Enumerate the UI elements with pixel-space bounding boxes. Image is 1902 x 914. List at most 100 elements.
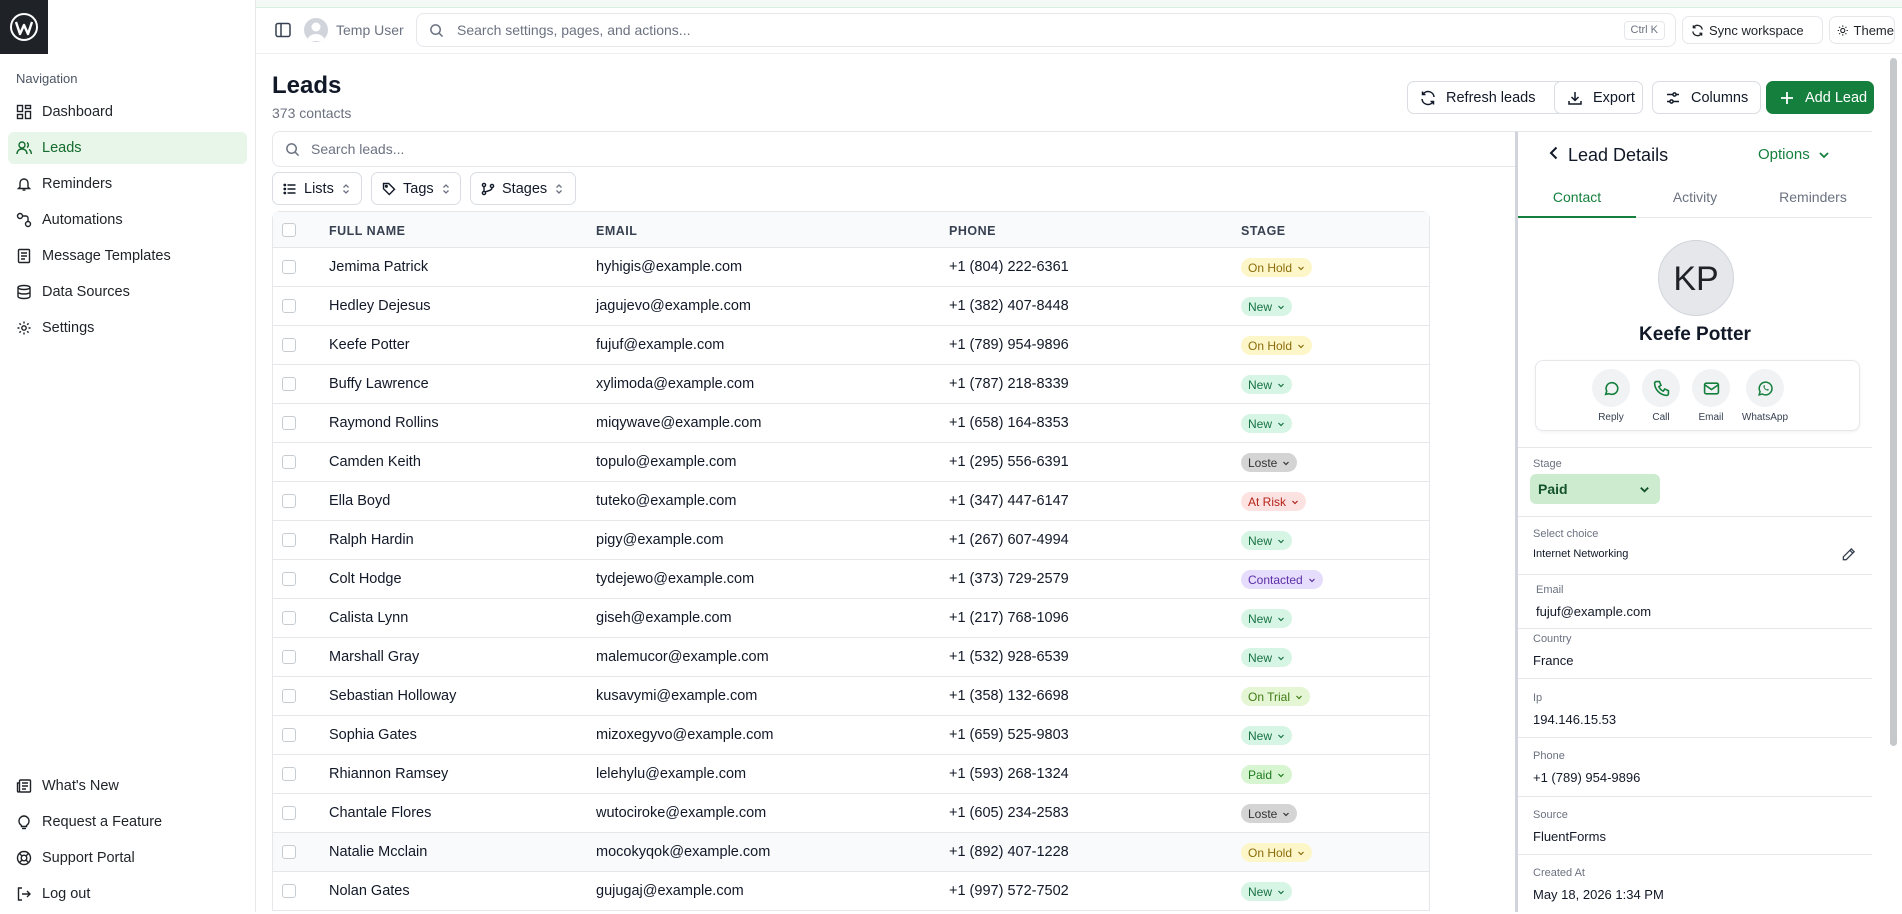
lead-name[interactable]: Sophia Gates (329, 727, 417, 743)
lead-name[interactable]: Colt Hodge (329, 571, 402, 587)
table-row[interactable]: Raymond Rollins miqywave@example.com +1 (6… (273, 404, 1429, 443)
column-header-phone[interactable]: PHONE (949, 224, 996, 238)
tab-reminders[interactable]: Reminders (1754, 178, 1872, 218)
table-row[interactable]: Keefe Potter fujuf@example.com +1 (789) 95… (273, 326, 1429, 365)
stage-badge[interactable]: New (1241, 297, 1293, 316)
call-action[interactable]: Call (1636, 369, 1686, 423)
stages-filter[interactable]: Stages (470, 172, 576, 205)
columns-button[interactable]: Columns (1652, 81, 1761, 114)
row-checkbox[interactable] (282, 299, 296, 313)
refresh-leads-button[interactable]: Refresh leads (1407, 81, 1569, 114)
row-checkbox[interactable] (282, 689, 296, 703)
lead-name[interactable]: Chantale Flores (329, 805, 431, 821)
pencil-icon[interactable] (1841, 547, 1856, 562)
sidebar-item-settings[interactable]: Settings (8, 312, 247, 344)
row-checkbox[interactable] (282, 767, 296, 781)
sidebar-item-dashboard[interactable]: Dashboard (8, 96, 247, 128)
row-checkbox[interactable] (282, 338, 296, 352)
stage-badge[interactable]: Contacted (1241, 570, 1323, 589)
row-checkbox[interactable] (282, 884, 296, 898)
tab-activity[interactable]: Activity (1636, 178, 1754, 218)
row-checkbox[interactable] (282, 416, 296, 430)
export-button[interactable]: Export (1554, 81, 1643, 114)
column-header-email[interactable]: EMAIL (596, 224, 637, 238)
table-row[interactable]: Natalie Mcclain mocokyqok@example.com +1 (… (273, 833, 1429, 872)
sidebar-item-request-feature[interactable]: Request a Feature (8, 806, 247, 838)
global-search[interactable]: Ctrl K (416, 13, 1676, 47)
page-scrollbar[interactable] (1890, 58, 1897, 746)
table-row[interactable]: Hedley Dejesus jagujevo@example.com +1 (38… (273, 287, 1429, 326)
row-checkbox[interactable] (282, 728, 296, 742)
lead-name[interactable]: Ella Boyd (329, 493, 390, 509)
stage-badge[interactable]: Loste (1241, 804, 1298, 823)
stage-badge[interactable]: New (1241, 609, 1293, 628)
stage-select[interactable]: Paid (1530, 474, 1660, 504)
avatar[interactable] (304, 18, 328, 42)
stage-badge[interactable]: New (1241, 414, 1293, 433)
user-name[interactable]: Temp User (336, 22, 404, 38)
row-checkbox[interactable] (282, 494, 296, 508)
stage-badge[interactable]: New (1241, 648, 1293, 667)
table-row[interactable]: Sophia Gates mizoxegyvo@example.com +1 (65… (273, 716, 1429, 755)
column-header-name[interactable]: FULL NAME (329, 224, 406, 238)
stage-badge[interactable]: Loste (1241, 453, 1298, 472)
lead-name[interactable]: Hedley Dejesus (329, 298, 431, 314)
table-row[interactable]: Nolan Gates gujugaj@example.com +1 (997) 5… (273, 872, 1429, 911)
lists-filter[interactable]: Lists (272, 172, 362, 205)
row-checkbox[interactable] (282, 845, 296, 859)
stage-badge[interactable]: New (1241, 726, 1293, 745)
row-checkbox[interactable] (282, 650, 296, 664)
stage-badge[interactable]: On Trial (1241, 687, 1311, 706)
lead-name[interactable]: Buffy Lawrence (329, 376, 429, 392)
email-action[interactable]: Email (1686, 369, 1736, 423)
sidebar-item-leads[interactable]: Leads (8, 132, 247, 164)
table-row[interactable]: Sebastian Holloway kusavymi@example.com +1… (273, 677, 1429, 716)
lead-name[interactable]: Calista Lynn (329, 610, 408, 626)
stage-badge[interactable]: On Hold (1241, 258, 1313, 277)
lead-name[interactable]: Rhiannon Ramsey (329, 766, 448, 782)
lead-name[interactable]: Ralph Hardin (329, 532, 414, 548)
lead-name[interactable]: Jemima Patrick (329, 259, 428, 275)
leads-search[interactable] (272, 131, 1517, 167)
options-dropdown[interactable]: Options (1758, 146, 1830, 163)
wordpress-logo-icon[interactable] (0, 0, 48, 54)
lead-name[interactable]: Nolan Gates (329, 883, 410, 899)
table-row[interactable]: Colt Hodge tydejewo@example.com +1 (373) 7… (273, 560, 1429, 599)
row-checkbox[interactable] (282, 260, 296, 274)
reply-action[interactable]: Reply (1586, 369, 1636, 423)
table-row[interactable]: Rhiannon Ramsey lelehylu@example.com +1 (5… (273, 755, 1429, 794)
add-lead-button[interactable]: Add Lead (1766, 81, 1874, 114)
sidebar-item-whats-new[interactable]: What's New (8, 770, 247, 802)
row-checkbox[interactable] (282, 533, 296, 547)
lead-name[interactable]: Sebastian Holloway (329, 688, 456, 704)
sidebar-toggle-icon[interactable] (274, 21, 292, 39)
table-row[interactable]: Marshall Gray malemucor@example.com +1 (53… (273, 638, 1429, 677)
table-row[interactable]: Ella Boyd tuteko@example.com +1 (347) 447-… (273, 482, 1429, 521)
sidebar-item-automations[interactable]: Automations (8, 204, 247, 236)
row-checkbox[interactable] (282, 806, 296, 820)
tags-filter[interactable]: Tags (371, 172, 461, 205)
stage-badge[interactable]: On Hold (1241, 843, 1313, 862)
lead-name[interactable]: Marshall Gray (329, 649, 419, 665)
select-all-checkbox[interactable] (282, 223, 296, 237)
table-row[interactable]: Buffy Lawrence xylimoda@example.com +1 (78… (273, 365, 1429, 404)
sidebar-item-data-sources[interactable]: Data Sources (8, 276, 247, 308)
whatsapp-action[interactable]: WhatsApp (1740, 369, 1790, 423)
row-checkbox[interactable] (282, 377, 296, 391)
stage-badge[interactable]: New (1241, 531, 1293, 550)
row-checkbox[interactable] (282, 611, 296, 625)
email-field-value[interactable]: fujuf@example.com (1536, 604, 1651, 619)
sidebar-item-log-out[interactable]: Log out (8, 878, 247, 910)
phone-field-value[interactable]: +1 (789) 954-9896 (1533, 770, 1640, 785)
table-row[interactable]: Chantale Flores wutociroke@example.com +1 … (273, 794, 1429, 833)
table-row[interactable]: Ralph Hardin pigy@example.com +1 (267) 607… (273, 521, 1429, 560)
table-row[interactable]: Jemima Patrick hyhigis@example.com +1 (804… (273, 248, 1429, 287)
table-row[interactable]: Calista Lynn giseh@example.com +1 (217) 76… (273, 599, 1429, 638)
sidebar-item-reminders[interactable]: Reminders (8, 168, 247, 200)
stage-badge[interactable]: On Hold (1241, 336, 1313, 355)
lead-name[interactable]: Keefe Potter (329, 337, 410, 353)
sidebar-item-message-templates[interactable]: Message Templates (8, 240, 247, 272)
lead-name[interactable]: Camden Keith (329, 454, 421, 470)
sidebar-item-support-portal[interactable]: Support Portal (8, 842, 247, 874)
row-checkbox[interactable] (282, 572, 296, 586)
